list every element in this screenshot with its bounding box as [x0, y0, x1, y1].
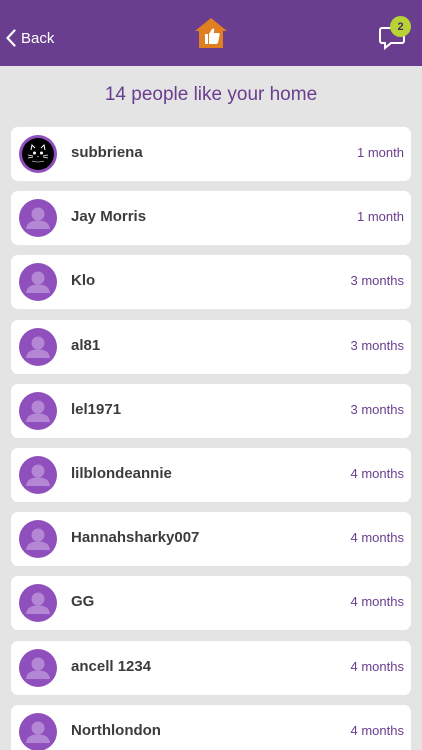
back-label: Back [21, 29, 55, 47]
avatar[interactable] [19, 520, 57, 558]
back-button[interactable]: Back [6, 26, 54, 50]
avatar[interactable] [19, 713, 57, 750]
default-user-icon [26, 336, 50, 358]
list-item[interactable]: al81 3 months [11, 320, 411, 374]
default-user-icon [26, 592, 50, 614]
notification-badge: 2 [390, 16, 411, 37]
avatar[interactable] [19, 135, 57, 173]
list-item[interactable]: GG 4 months [11, 576, 411, 630]
list-item[interactable]: Jay Morris 1 month [11, 191, 411, 245]
default-user-icon [26, 207, 50, 229]
username[interactable]: lel1971 [71, 401, 121, 418]
like-time: 1 month [357, 145, 404, 160]
avatar[interactable] [19, 199, 57, 237]
like-time: 3 months [350, 338, 404, 353]
list-item[interactable]: lel1971 3 months [11, 384, 411, 438]
username[interactable]: al81 [71, 337, 100, 354]
username[interactable]: Northlondon [71, 722, 161, 739]
default-user-icon [26, 400, 50, 422]
username[interactable]: ancell 1234 [71, 658, 151, 675]
list-item[interactable]: ancell 1234 4 months [11, 641, 411, 695]
like-time: 4 months [350, 530, 404, 545]
default-user-icon [26, 721, 50, 743]
list-item[interactable]: Northlondon 4 months [11, 705, 411, 750]
like-time: 1 month [357, 209, 404, 224]
username[interactable]: Hannahsharky007 [71, 529, 199, 546]
default-user-icon [26, 464, 50, 486]
home-thumbs-up-icon[interactable] [193, 17, 229, 49]
avatar[interactable] [19, 649, 57, 687]
default-user-icon [26, 528, 50, 550]
chevron-left-icon [6, 29, 16, 47]
username[interactable]: lilblondeannie [71, 465, 172, 482]
like-time: 4 months [350, 659, 404, 674]
avatar[interactable] [19, 263, 57, 301]
avatar[interactable] [19, 392, 57, 430]
list-item[interactable]: subbriena 1 month [11, 127, 411, 181]
avatar[interactable] [19, 584, 57, 622]
username[interactable]: GG [71, 593, 94, 610]
cat-avatar-image [22, 138, 54, 170]
like-time: 3 months [350, 273, 404, 288]
avatar[interactable] [19, 456, 57, 494]
default-user-icon [26, 271, 50, 293]
like-time: 4 months [350, 594, 404, 609]
avatar[interactable] [19, 328, 57, 366]
username[interactable]: Jay Morris [71, 208, 146, 225]
like-time: 3 months [350, 402, 404, 417]
default-user-icon [26, 657, 50, 679]
top-nav-bar: Back 2 [0, 0, 422, 66]
like-time: 4 months [350, 466, 404, 481]
username[interactable]: subbriena [71, 144, 143, 161]
list-item[interactable]: lilblondeannie 4 months [11, 448, 411, 502]
page-title: 14 people like your home [104, 84, 318, 105]
username[interactable]: Klo [71, 272, 95, 289]
list-item[interactable]: Hannahsharky007 4 months [11, 512, 411, 566]
list-item[interactable]: Klo 3 months [11, 255, 411, 309]
like-time: 4 months [350, 723, 404, 738]
